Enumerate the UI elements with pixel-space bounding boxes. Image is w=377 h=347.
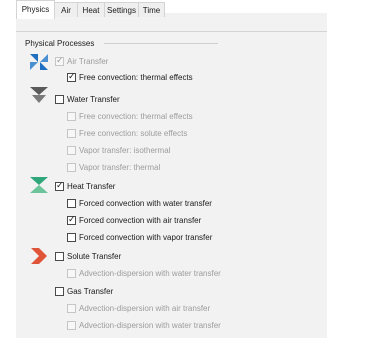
forced-air-row[interactable]: ✓ Forced convection with air transfer bbox=[67, 214, 201, 226]
water-free-solute-row[interactable]: Free convection: solute effects bbox=[67, 127, 187, 139]
air-transfer-checkbox[interactable]: ✓ bbox=[55, 55, 64, 66]
forced-air-checkbox[interactable]: ✓ bbox=[67, 214, 76, 225]
vapor-isothermal-checkbox[interactable] bbox=[67, 145, 76, 155]
gas-transfer-checkbox[interactable] bbox=[55, 286, 64, 296]
section-title: Physical Processes bbox=[25, 39, 95, 48]
solute-adv-water-label: Advection-dispersion with water transfer bbox=[79, 268, 221, 278]
gas-adv-air-row[interactable]: Advection-dispersion with air transfer bbox=[67, 302, 210, 314]
forced-air-label: Forced convection with air transfer bbox=[79, 215, 202, 225]
tab-air[interactable]: Air bbox=[54, 2, 78, 17]
gas-transfer-label: Gas Transfer bbox=[67, 286, 114, 296]
forced-vapor-label: Forced convection with vapor transfer bbox=[79, 232, 213, 242]
forced-vapor-row[interactable]: Forced convection with vapor transfer bbox=[67, 231, 212, 243]
water-free-solute-checkbox[interactable] bbox=[67, 128, 76, 138]
water-transfer-icon bbox=[30, 87, 48, 103]
tab-settings[interactable]: Settings bbox=[104, 2, 139, 17]
gas-adv-air-label: Advection-dispersion with air transfer bbox=[79, 303, 211, 313]
solute-transfer-row[interactable]: Solute Transfer bbox=[55, 250, 121, 262]
air-free-convection-label: Free convection: thermal effects bbox=[79, 72, 193, 82]
heat-transfer-icon bbox=[30, 177, 48, 193]
tab-heat[interactable]: Heat bbox=[77, 2, 105, 17]
gas-adv-water-checkbox[interactable] bbox=[67, 320, 76, 330]
forced-water-checkbox[interactable] bbox=[67, 198, 76, 208]
forced-water-label: Forced convection with water transfer bbox=[79, 198, 212, 208]
gas-transfer-row[interactable]: Gas Transfer bbox=[55, 285, 113, 297]
air-transfer-label: Air Transfer bbox=[67, 56, 109, 66]
forced-vapor-checkbox[interactable] bbox=[67, 232, 76, 242]
air-transfer-row[interactable]: ✓ Air Transfer bbox=[55, 55, 108, 67]
gas-adv-air-checkbox[interactable] bbox=[67, 303, 76, 313]
air-free-convection-row[interactable]: ✓ Free convection: thermal effects bbox=[67, 71, 193, 83]
tab-divider bbox=[16, 31, 327, 32]
water-free-thermal-label: Free convection: thermal effects bbox=[79, 111, 193, 121]
solute-transfer-checkbox[interactable] bbox=[55, 251, 64, 261]
vapor-thermal-label: Vapor transfer: thermal bbox=[79, 162, 161, 172]
forced-water-row[interactable]: Forced convection with water transfer bbox=[67, 197, 212, 209]
gas-adv-water-row[interactable]: Advection-dispersion with water transfer bbox=[67, 319, 221, 331]
water-free-thermal-checkbox[interactable] bbox=[67, 111, 76, 121]
water-transfer-checkbox[interactable] bbox=[55, 94, 64, 104]
water-free-solute-label: Free convection: solute effects bbox=[79, 128, 188, 138]
water-free-thermal-row[interactable]: Free convection: thermal effects bbox=[67, 110, 193, 122]
water-transfer-label: Water Transfer bbox=[67, 94, 120, 104]
vapor-thermal-row[interactable]: Vapor transfer: thermal bbox=[67, 161, 160, 173]
vapor-thermal-checkbox[interactable] bbox=[67, 162, 76, 172]
vapor-isothermal-row[interactable]: Vapor transfer: isothermal bbox=[67, 144, 170, 156]
vapor-isothermal-label: Vapor transfer: isothermal bbox=[79, 145, 171, 155]
air-free-convection-checkbox[interactable]: ✓ bbox=[67, 71, 76, 82]
tab-time[interactable]: Time bbox=[138, 2, 165, 17]
solute-transfer-label: Solute Transfer bbox=[67, 251, 122, 261]
solute-adv-water-checkbox[interactable] bbox=[67, 268, 76, 278]
solute-adv-water-row[interactable]: Advection-dispersion with water transfer bbox=[67, 267, 221, 279]
gas-adv-water-label: Advection-dispersion with water transfer bbox=[79, 320, 221, 330]
heat-transfer-row[interactable]: ✓ Heat Transfer bbox=[55, 180, 115, 192]
section-divider bbox=[104, 43, 218, 44]
air-transfer-icon bbox=[30, 54, 48, 70]
heat-transfer-label: Heat Transfer bbox=[67, 181, 116, 191]
tab-physics[interactable]: Physics bbox=[16, 0, 55, 19]
solute-transfer-icon bbox=[31, 248, 47, 264]
heat-transfer-checkbox[interactable]: ✓ bbox=[55, 180, 64, 191]
water-transfer-row[interactable]: Water Transfer bbox=[55, 93, 120, 105]
